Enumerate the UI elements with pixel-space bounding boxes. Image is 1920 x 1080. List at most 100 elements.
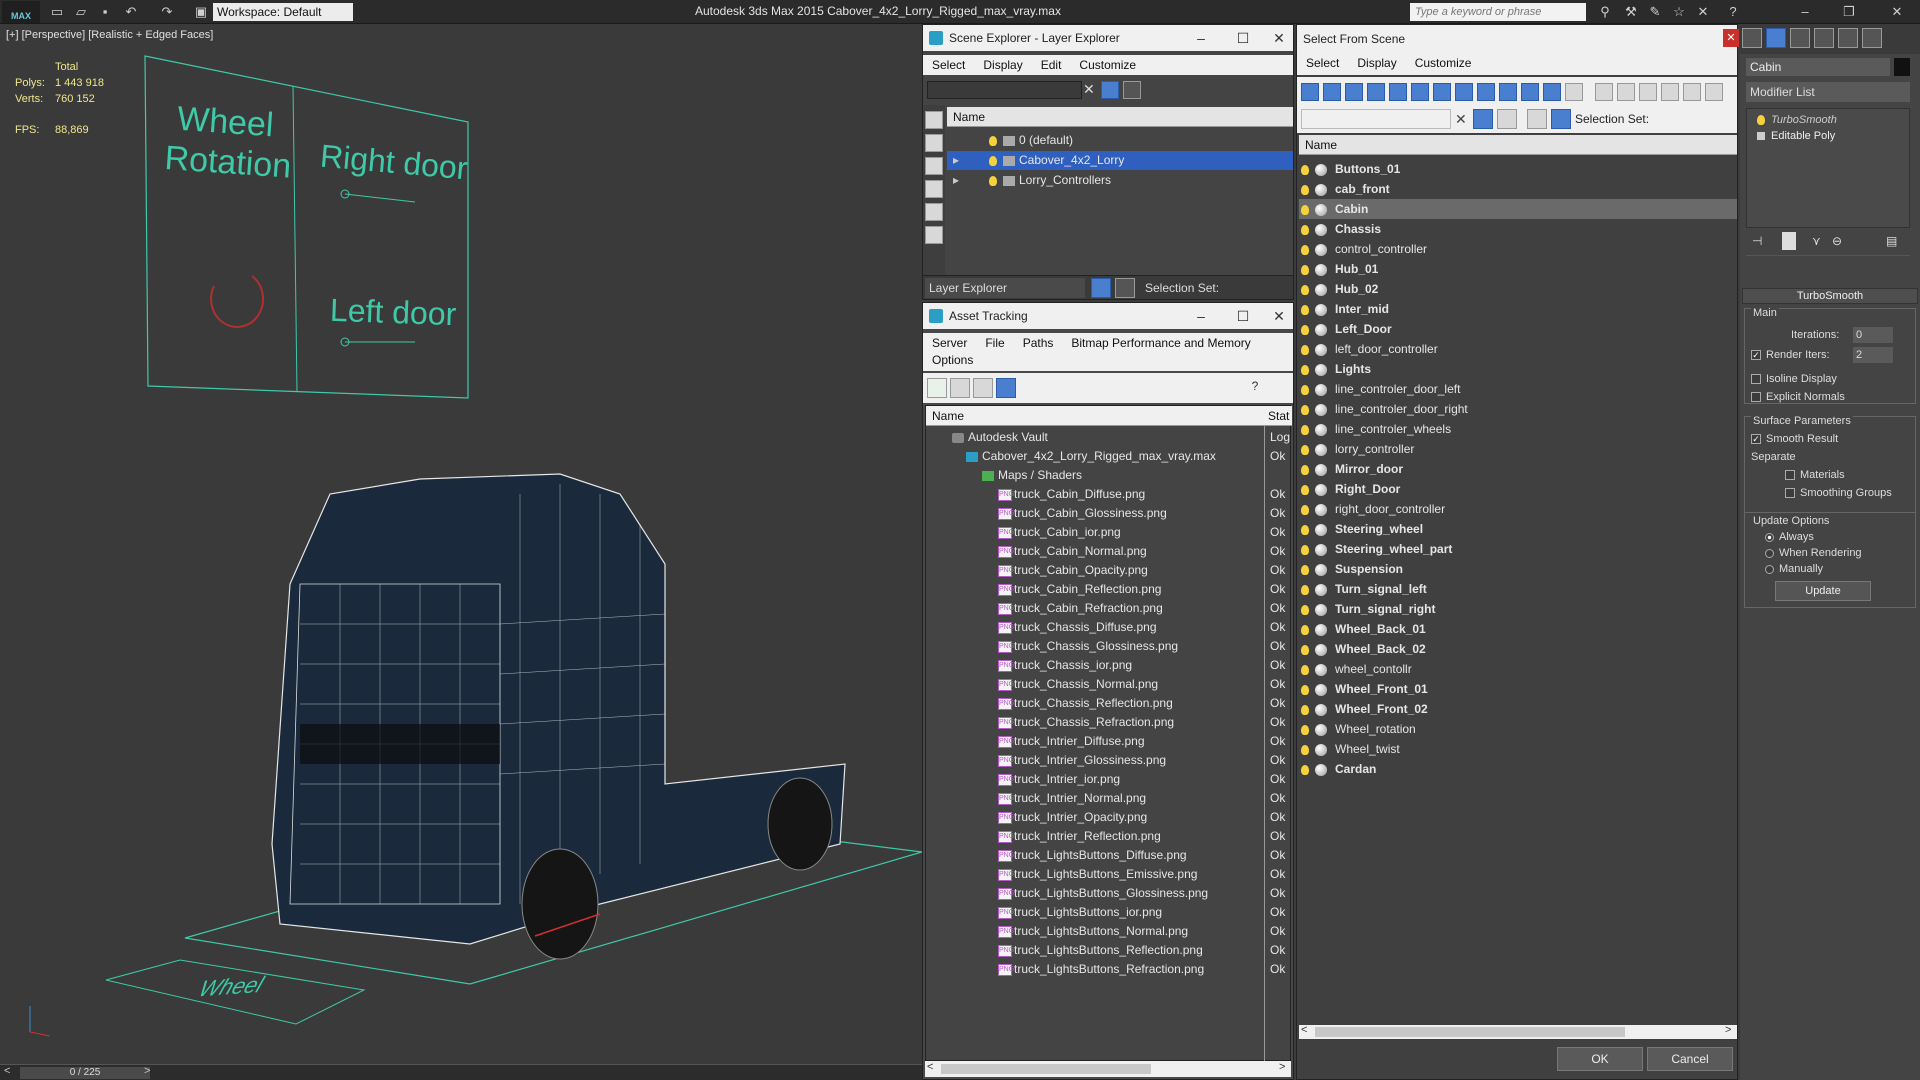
filter-selected-icon[interactable] [1661, 83, 1679, 101]
select-all-icon[interactable] [1595, 83, 1613, 101]
display-objects-icon[interactable] [925, 111, 943, 129]
undo-icon[interactable]: ↶ [122, 3, 140, 21]
iterations-spinner[interactable]: 0 [1853, 327, 1893, 343]
object-row[interactable]: Turn_signal_right [1299, 599, 1737, 619]
asset-row[interactable]: PNGtruck_Intrier_Glossiness.png [926, 751, 1292, 770]
list-view-icon[interactable] [950, 378, 970, 398]
explorer-type-dropdown[interactable]: Layer Explorer [925, 278, 1085, 298]
object-row[interactable]: Hub_01 [1299, 259, 1737, 279]
create-tab-icon[interactable] [1742, 28, 1762, 48]
minimize-icon[interactable]: – [1796, 3, 1814, 21]
modifier-list-dropdown[interactable]: Modifier List [1746, 82, 1910, 102]
display-bones-icon[interactable] [1477, 83, 1495, 101]
bulb-icon[interactable] [1301, 744, 1309, 755]
object-row[interactable]: Cabin [1299, 199, 1737, 219]
asset-name-header[interactable]: Name [926, 406, 1264, 426]
bulb-icon[interactable] [1301, 264, 1309, 275]
smooth-result-checkbox[interactable]: ✓ Smooth Result [1751, 433, 1838, 445]
render-iters-checkbox[interactable]: ✓ Render Iters: [1751, 349, 1830, 361]
bulb-icon[interactable] [1301, 684, 1309, 695]
scroll-thumb[interactable] [941, 1064, 1151, 1074]
asset-row[interactable]: PNGtruck_Intrier_ior.png [926, 770, 1292, 789]
menu-server[interactable]: Server [923, 333, 976, 353]
asset-row[interactable]: PNGtruck_Intrier_Reflection.png [926, 827, 1292, 846]
expand-arrow-icon[interactable]: ▸ [953, 151, 959, 170]
menu-options[interactable]: Options [923, 353, 982, 370]
display-geometry-icon[interactable] [1301, 83, 1319, 101]
select-invert-icon[interactable] [1639, 83, 1657, 101]
configure-sets-icon[interactable]: ▤ [1886, 234, 1897, 248]
cancel-button[interactable]: Cancel [1647, 1047, 1733, 1071]
display-groups-icon[interactable] [1433, 83, 1451, 101]
maximize-icon[interactable]: ☐ [1223, 25, 1263, 51]
make-unique-icon[interactable]: ⋎ [1812, 234, 1821, 248]
bulb-icon[interactable] [1301, 224, 1309, 235]
object-row[interactable]: Steering_wheel_part [1299, 539, 1737, 559]
scroll-left-icon[interactable]: < [1301, 1024, 1307, 1036]
scroll-right-icon[interactable]: > [1725, 1024, 1731, 1036]
close-icon[interactable]: ✕ [1723, 29, 1739, 47]
search-input[interactable]: Type a keyword or phrase [1410, 3, 1586, 21]
select-filter-input[interactable] [1301, 109, 1451, 129]
prev-frame-icon[interactable]: < [4, 1065, 10, 1077]
modifier-stack-item[interactable]: Editable Poly [1747, 127, 1909, 146]
asset-row[interactable]: PNGtruck_Intrier_Opacity.png [926, 808, 1292, 827]
asset-row[interactable]: PNGtruck_LightsButtons_Glossiness.png [926, 884, 1292, 903]
scroll-right-icon[interactable]: > [1279, 1061, 1285, 1073]
bulb-icon[interactable] [1301, 304, 1309, 315]
display-containers-icon[interactable] [1499, 83, 1517, 101]
project-icon[interactable]: ▣ [192, 3, 210, 21]
close-icon[interactable]: ✕ [1259, 303, 1299, 329]
binoculars-icon[interactable]: ⚲ [1596, 3, 1614, 21]
bulb-icon[interactable] [1301, 484, 1309, 495]
layer-row-selected[interactable]: ▸ Cabover_4x2_Lorry [947, 151, 1293, 170]
save-icon[interactable]: ▪ [96, 3, 114, 21]
bulb-icon[interactable] [1301, 324, 1309, 335]
display-helpers-icon[interactable] [925, 226, 943, 244]
modify-tab-icon[interactable] [1766, 28, 1786, 48]
bulb-icon[interactable] [1301, 424, 1309, 435]
asset-row[interactable]: PNGtruck_Intrier_Normal.png [926, 789, 1292, 808]
bulb-icon[interactable] [1301, 404, 1309, 415]
time-slider[interactable]: 0 / 225 [20, 1067, 150, 1079]
utilities-tab-icon[interactable] [1862, 28, 1882, 48]
close-window-icon[interactable]: ✕ [1888, 3, 1906, 21]
asset-row[interactable]: PNGtruck_LightsButtons_Emissive.png [926, 865, 1292, 884]
bulb-icon[interactable] [1301, 724, 1309, 735]
help-icon[interactable]: ? [1724, 3, 1742, 21]
open-folder-icon[interactable]: ▱ [72, 3, 90, 21]
checkbox-icon[interactable] [1785, 470, 1795, 481]
display-lights-icon[interactable] [925, 180, 943, 198]
clear-filter-icon[interactable]: ✕ [1083, 81, 1095, 98]
redo-icon[interactable]: ↷ [158, 3, 176, 21]
show-end-result-icon[interactable] [1782, 232, 1796, 250]
scene-explorer-name-header[interactable]: Name [947, 107, 1293, 127]
object-row[interactable]: Turn_signal_left [1299, 579, 1737, 599]
asset-row-vault[interactable]: Autodesk Vault [926, 428, 1292, 447]
asset-row[interactable]: PNGtruck_Chassis_Reflection.png [926, 694, 1292, 713]
bulb-icon[interactable] [1301, 364, 1309, 375]
bulb-icon[interactable] [989, 175, 997, 186]
layer-row[interactable]: ▸ Lorry_Controllers [947, 171, 1293, 190]
object-row[interactable]: left_door_controller [1299, 339, 1737, 359]
minimize-icon[interactable]: – [1181, 303, 1221, 329]
display-hidden-icon[interactable] [1543, 83, 1561, 101]
asset-row[interactable]: PNGtruck_LightsButtons_Refraction.png [926, 960, 1292, 979]
bulb-icon[interactable] [1301, 384, 1309, 395]
menu-paths[interactable]: Paths [1014, 333, 1063, 353]
bulb-icon[interactable] [989, 155, 997, 166]
object-row[interactable]: Cardan [1299, 759, 1737, 779]
materials-checkbox[interactable]: Materials [1785, 469, 1845, 481]
asset-row[interactable]: PNGtruck_LightsButtons_Diffuse.png [926, 846, 1292, 865]
asset-row[interactable]: PNGtruck_LightsButtons_Normal.png [926, 922, 1292, 941]
object-row[interactable]: Buttons_01 [1299, 159, 1737, 179]
object-row[interactable]: control_controller [1299, 239, 1737, 259]
asset-row[interactable]: PNGtruck_Cabin_Refraction.png [926, 599, 1292, 618]
asset-row[interactable]: PNGtruck_Chassis_Refraction.png [926, 713, 1292, 732]
menu-file[interactable]: File [976, 333, 1013, 353]
object-row[interactable]: Hub_02 [1299, 279, 1737, 299]
sort-list-icon[interactable] [1683, 83, 1701, 101]
checkbox-icon[interactable] [1751, 374, 1761, 385]
bulb-icon[interactable] [1301, 644, 1309, 655]
select-name-header[interactable]: Name [1299, 135, 1737, 155]
